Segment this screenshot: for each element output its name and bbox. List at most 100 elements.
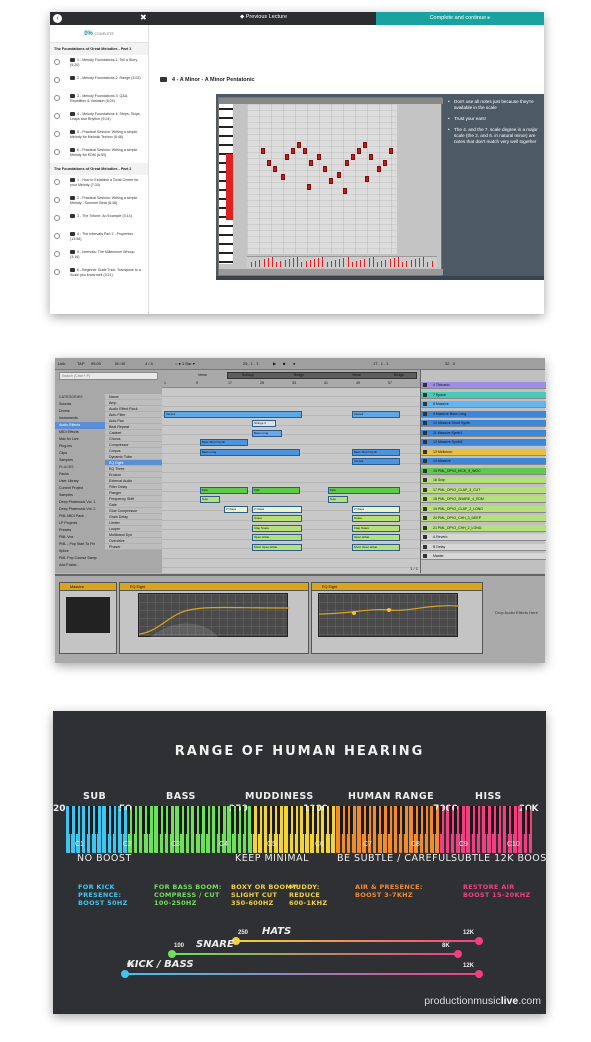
completion-circle-icon[interactable] <box>54 95 60 101</box>
arrangement-clip[interactable]: 2 Claps <box>224 505 248 513</box>
record-arm-icon[interactable] <box>423 516 427 520</box>
completion-circle-icon[interactable] <box>54 59 60 65</box>
lecture-item[interactable]: 5 - Practical Session: Writing a simple … <box>50 127 148 145</box>
completion-circle-icon[interactable] <box>54 179 60 185</box>
record-arm-icon[interactable] <box>423 421 427 425</box>
transport-item[interactable]: TAP <box>77 361 84 366</box>
locator-marker[interactable]: Verse <box>352 373 361 377</box>
arrangement-lane[interactable] <box>162 428 420 435</box>
arrangement-clip[interactable]: Verse3 <box>352 458 400 465</box>
lecture-item[interactable]: 6 - Beginner Scale Trick: Transpose to a… <box>50 265 148 283</box>
track-header[interactable]: 15 PML_DPV2_KICK_5_WOC <box>421 467 546 475</box>
browser-category[interactable]: Audio Effects <box>55 422 105 429</box>
eq-eight-device-1[interactable]: EQ Eight <box>119 582 309 654</box>
record-arm-icon[interactable] <box>423 402 427 406</box>
track-header[interactable]: 8 Massive <box>421 401 546 408</box>
arrangement-lane[interactable] <box>162 552 420 559</box>
track-header[interactable]: 16 Snip <box>421 477 546 484</box>
browser-category[interactable]: User Library <box>55 478 105 485</box>
record-arm-icon[interactable] <box>423 554 427 558</box>
transport-item[interactable]: ■ <box>283 361 285 366</box>
arrangement-clip[interactable]: 2 Claps <box>252 505 302 513</box>
arrangement-clip[interactable]: Kick <box>200 486 248 494</box>
arrangement-lane[interactable] <box>162 390 420 397</box>
browser-category[interactable]: Add Folder... <box>55 562 105 569</box>
browser-category[interactable]: Deep Phatmusic Vol. 2 <box>55 506 105 513</box>
browser-category[interactable]: Instruments <box>55 415 105 422</box>
browser-category[interactable]: Deep Phatmusic Vol. 1 <box>55 499 105 506</box>
track-header[interactable]: 21 PML_DPV2_CHH_2_LONG <box>421 524 546 532</box>
track-header[interactable]: 20 PML_DPV2_CHH_3_DEEP <box>421 515 546 522</box>
video-player[interactable]: Don't use all notes just because they're… <box>216 94 544 280</box>
arrangement-clip[interactable]: Short Open Hihat <box>352 543 400 551</box>
track-header[interactable]: 12 Massive Synth2 <box>421 439 546 446</box>
track-header[interactable]: 11 Massive Synth1 <box>421 429 546 437</box>
lecture-item[interactable]: 3 - The Tritone: An Example (3:14) <box>50 211 148 229</box>
record-arm-icon[interactable] <box>423 459 427 463</box>
track-header[interactable]: 19 PML_DPV2_CLAP_2_LONG <box>421 505 546 513</box>
instrument-device[interactable]: Massive <box>59 582 117 654</box>
back-button[interactable]: ‹ <box>53 14 62 23</box>
transport-item[interactable]: 25 . 1 . 1 <box>243 361 259 366</box>
record-arm-icon[interactable] <box>423 411 427 416</box>
browser-category[interactable]: Samples <box>55 457 105 464</box>
arrangement-clip[interactable]: Bass Short Synth <box>352 448 400 456</box>
browser-category[interactable]: Plug-ins <box>55 443 105 450</box>
completion-circle-icon[interactable] <box>54 77 60 83</box>
browser-category[interactable]: Splice <box>55 548 105 555</box>
complete-continue-button[interactable]: Complete and continue ▸ <box>376 12 544 25</box>
browser-category[interactable]: PML Vox <box>55 534 105 541</box>
eq-eight-device-2[interactable]: EQ Eight <box>311 582 483 654</box>
lecture-item[interactable]: 2 - Practical Session: Writing a simple … <box>50 193 148 211</box>
transport-item[interactable]: ● <box>293 361 295 366</box>
transport-item[interactable]: 4 / 4 <box>145 361 153 366</box>
locator-marker[interactable]: Bridge <box>294 373 304 377</box>
browser-category[interactable]: PML Pop Course Samp <box>55 555 105 562</box>
record-arm-icon[interactable] <box>423 544 427 549</box>
arrangement-clip[interactable]: Open Hihat <box>252 534 302 541</box>
track-header[interactable]: 9 Massive Bass Long <box>421 410 546 418</box>
arrangement-clip[interactable]: Clap Snare <box>352 524 400 532</box>
record-arm-icon[interactable] <box>423 449 427 454</box>
track-header[interactable]: 7 Space <box>421 391 546 399</box>
record-arm-icon[interactable] <box>423 478 427 482</box>
lecture-item[interactable]: 2 - Melody Foundations 2: Range (3:02) <box>50 73 148 91</box>
record-arm-icon[interactable] <box>423 506 427 511</box>
locator-marker[interactable]: Bridge <box>394 373 404 377</box>
arrangement-clip[interactable]: Kick <box>328 486 400 494</box>
track-header[interactable]: 4 Tibicasio <box>421 382 546 389</box>
arrangement-lane[interactable] <box>162 466 420 473</box>
arrangement-clip[interactable]: Verse1 <box>164 410 302 418</box>
record-arm-icon[interactable] <box>423 392 427 397</box>
transport-item[interactable]: 32 . 0 <box>445 361 455 366</box>
transport-item[interactable]: 17 . 1 . 1 <box>373 361 389 366</box>
transport-item[interactable]: 95.00 <box>91 361 101 366</box>
browser-category[interactable]: Packs <box>55 471 105 478</box>
arrangement-clip[interactable]: Open Hihat <box>352 534 400 541</box>
lecture-item[interactable]: 6 - Practical Session: Writing a simple … <box>50 145 148 163</box>
record-arm-icon[interactable] <box>423 487 427 492</box>
track-header[interactable]: A Reverb <box>421 534 546 541</box>
arrangement-clip[interactable]: Bass Short Synth <box>200 439 248 446</box>
browser-category[interactable]: Current Project <box>55 485 105 492</box>
lecture-item[interactable]: 4 - Melody Foundations 4: Steps, Skips, … <box>50 109 148 127</box>
close-sidebar-icon[interactable]: ✖ <box>140 13 147 22</box>
track-header[interactable]: 18 PML_DPV2_SNARE_4_EDM <box>421 496 546 503</box>
transport-item[interactable]: ▶ <box>273 361 276 366</box>
completion-circle-icon[interactable] <box>54 131 60 137</box>
completion-circle-icon[interactable] <box>54 149 60 155</box>
lecture-item[interactable]: 1 - How to Establish a Tonal Center for … <box>50 175 148 193</box>
completion-circle-icon[interactable] <box>54 269 60 275</box>
record-arm-icon[interactable] <box>423 525 427 530</box>
arrangement-clip[interactable]: Snip <box>200 496 220 503</box>
video-controls[interactable] <box>216 276 544 280</box>
lecture-item[interactable]: 3 - Melody Foundations 3: Q&A, Repetitio… <box>50 91 148 109</box>
track-header[interactable]: 14 Massive <box>421 458 546 465</box>
track-header[interactable]: 17 PML_DPV2_CLAP_3_CUT <box>421 486 546 494</box>
browser-category[interactable]: Samples <box>55 492 105 499</box>
locator-marker[interactable]: Verse <box>198 373 207 377</box>
completion-circle-icon[interactable] <box>54 251 60 257</box>
completion-circle-icon[interactable] <box>54 113 60 119</box>
browser-item[interactable]: Phaser <box>105 544 162 550</box>
record-arm-icon[interactable] <box>423 468 427 473</box>
